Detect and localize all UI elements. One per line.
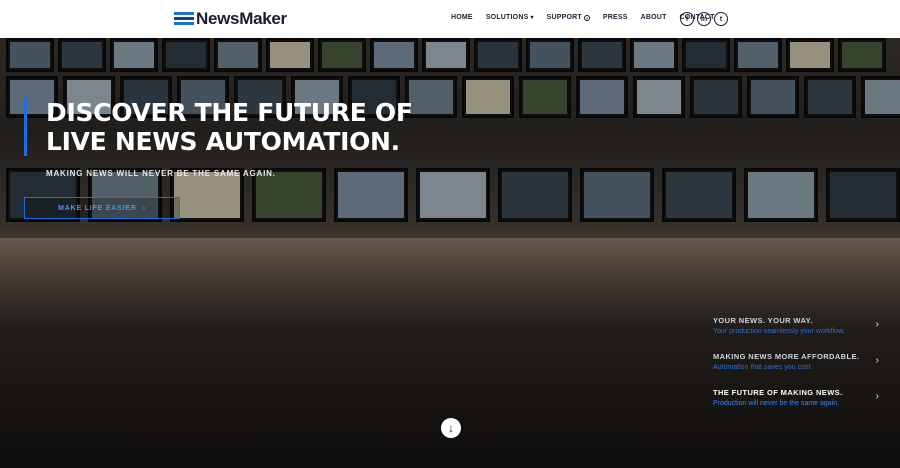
hero-headline: DISCOVER THE FUTURE OF LIVE NEWS AUTOMAT… (46, 98, 413, 156)
cta-label: MAKE LIFE EASIER (58, 204, 137, 212)
site-header: NewsMaker HOME SOLUTIONS ▾ SUPPORT? PRESS… (0, 0, 900, 38)
nav-press[interactable]: PRESS (603, 14, 628, 21)
hero-banner: DISCOVER THE FUTURE OF LIVE NEWS AUTOMAT… (0, 38, 900, 468)
make-life-easier-button[interactable]: MAKE LIFE EASIER › (24, 197, 180, 219)
slide-title: MAKING NEWS MORE AFFORDABLE. (713, 352, 860, 361)
slide-title: YOUR NEWS. YOUR WAY. (713, 316, 813, 325)
slide-subtitle: Automation that saves you cost. (713, 364, 813, 371)
slide-selector: YOUR NEWS. YOUR WAY. Your production sea… (713, 316, 883, 424)
nav-solutions[interactable]: SOLUTIONS ▾ (486, 14, 534, 21)
chevron-right-icon: › (875, 355, 879, 366)
slide-item[interactable]: YOUR NEWS. YOUR WAY. Your production sea… (713, 316, 883, 338)
nav-about[interactable]: ABOUT (641, 14, 667, 21)
chevron-right-icon: › (142, 204, 146, 212)
linkedin-icon[interactable]: in (697, 12, 711, 26)
chevron-right-icon: › (875, 391, 879, 402)
chevron-right-icon: › (875, 319, 879, 330)
slide-item-active[interactable]: THE FUTURE OF MAKING NEWS. Production wi… (713, 388, 883, 410)
slide-subtitle: Production will never be the same again. (713, 400, 840, 407)
arrow-down-circle-icon[interactable]: ↓ (441, 418, 461, 438)
slide-title: THE FUTURE OF MAKING NEWS. (713, 388, 843, 397)
help-icon: ? (583, 14, 590, 21)
slide-item[interactable]: MAKING NEWS MORE AFFORDABLE. Automation … (713, 352, 883, 374)
newsmaker-logo[interactable]: NewsMaker (174, 9, 287, 29)
twitter-icon[interactable]: t (714, 12, 728, 26)
nav-support[interactable]: SUPPORT? (547, 14, 590, 21)
logo-mark-icon (174, 11, 194, 27)
social-links: f in t (680, 12, 728, 26)
chevron-down-icon: ▾ (530, 15, 534, 21)
hero-subline: MAKING NEWS WILL NEVER BE THE SAME AGAIN… (46, 169, 276, 178)
hero-headline-block: DISCOVER THE FUTURE OF LIVE NEWS AUTOMAT… (24, 98, 424, 156)
facebook-icon[interactable]: f (680, 12, 694, 26)
logo-text: NewsMaker (196, 9, 287, 28)
slide-subtitle: Your production seamlessly your workflow… (713, 328, 845, 335)
nav-home[interactable]: HOME (451, 14, 473, 21)
